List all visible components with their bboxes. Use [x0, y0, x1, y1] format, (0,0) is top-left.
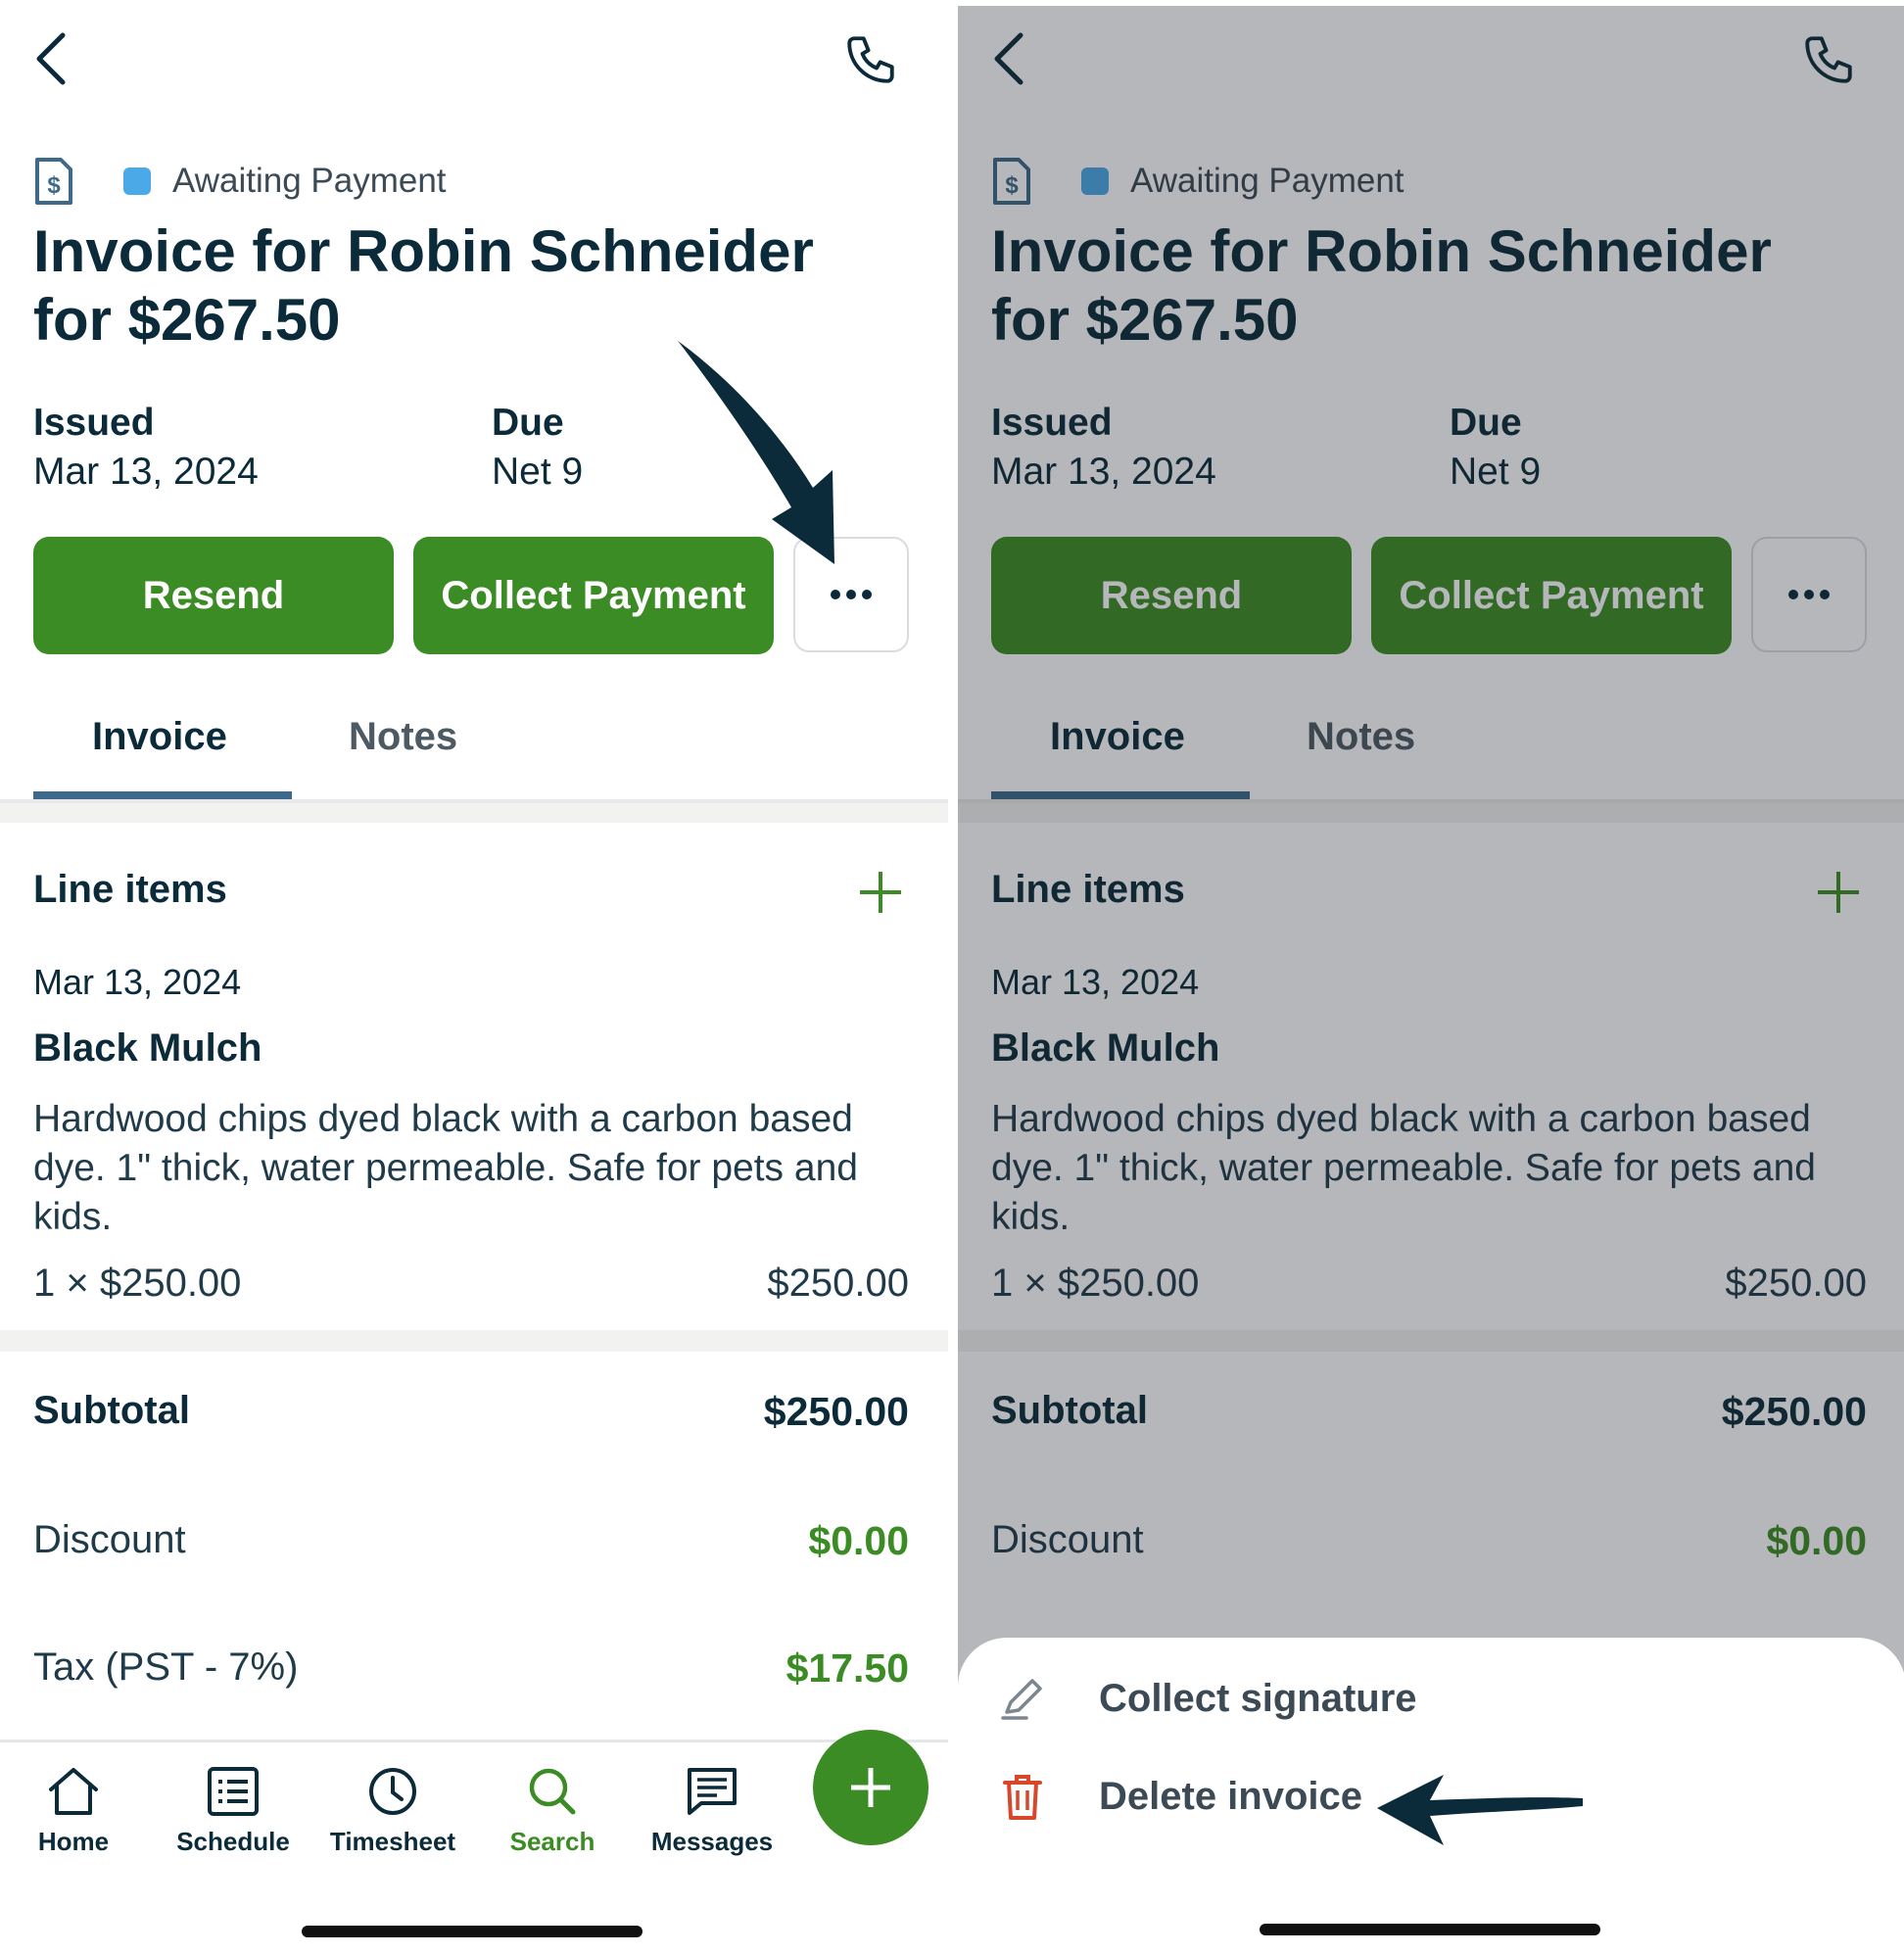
section-gap: [0, 803, 948, 823]
section-gap: [0, 1330, 948, 1352]
list-icon: [208, 1767, 259, 1816]
clock-icon: [369, 1768, 416, 1815]
svg-text:$: $: [47, 172, 61, 199]
due-value: Net 9: [492, 451, 584, 493]
nav-schedule-label: Schedule: [176, 1827, 290, 1856]
line-item-date: Mar 13, 2024: [33, 962, 242, 1002]
add-line-item-icon[interactable]: [856, 868, 905, 917]
line-item-description: Hardwood chips dyed black with a carbon …: [33, 1098, 858, 1238]
home-indicator: [1260, 1924, 1600, 1935]
tax-value[interactable]: $17.50: [786, 1645, 909, 1692]
delete-invoice-label: Delete invoice: [1099, 1774, 1363, 1818]
tab-notes[interactable]: Notes: [349, 715, 457, 759]
panel-divider: [948, 0, 958, 1955]
bottom-navigation: Home Schedule Timesheet Search Messages: [0, 1740, 948, 1955]
home-indicator: [302, 1926, 643, 1937]
invoice-screen: $ Awaiting Payment Invoice for Robin Sch…: [0, 0, 948, 1955]
line-item-name[interactable]: Black Mulch: [33, 1026, 262, 1071]
nav-search[interactable]: Search: [484, 1766, 621, 1857]
nav-home-label: Home: [37, 1827, 110, 1856]
search-icon: [529, 1768, 576, 1815]
discount-label: Discount: [33, 1518, 186, 1561]
house-icon: [49, 1768, 98, 1815]
delete-invoice-option[interactable]: Delete invoice: [997, 1771, 1362, 1822]
issued-value: Mar 13, 2024: [33, 451, 259, 493]
resend-button[interactable]: Resend: [33, 537, 394, 654]
nav-search-label: Search: [509, 1827, 595, 1856]
line-item-total: $250.00: [767, 1262, 909, 1305]
annotation-arrow-icon: [678, 341, 834, 564]
invoice-screen-with-menu: $ Awaiting Payment Invoice for Robin Sch…: [958, 6, 1904, 1955]
tax-label: Tax (PST - 7%): [33, 1645, 299, 1689]
collect-signature-option[interactable]: Collect signature: [997, 1673, 1417, 1724]
more-dots-icon: [831, 590, 872, 599]
tab-underline: [33, 791, 292, 799]
pen-icon: [1001, 1679, 1042, 1720]
plus-icon: [851, 1768, 890, 1807]
issued-label: Issued: [33, 402, 155, 444]
tab-invoice[interactable]: Invoice: [92, 715, 227, 759]
action-sheet: Collect signature Delete invoice: [958, 1638, 1904, 1955]
back-chevron-icon[interactable]: [31, 29, 71, 88]
message-icon: [688, 1768, 737, 1815]
status-row: $ Awaiting Payment: [33, 157, 447, 206]
nav-timesheet-label: Timesheet: [329, 1827, 456, 1856]
status-dot: [123, 167, 151, 195]
status-text: Awaiting Payment: [172, 162, 447, 200]
nav-messages-label: Messages: [650, 1827, 774, 1856]
collect-signature-label: Collect signature: [1099, 1676, 1417, 1720]
phone-icon[interactable]: [840, 31, 901, 88]
nav-schedule[interactable]: Schedule: [165, 1766, 302, 1857]
trash-icon: [1003, 1775, 1042, 1820]
discount-value[interactable]: $0.00: [808, 1518, 909, 1564]
line-item-quantity-price: 1 × $250.00: [33, 1262, 242, 1305]
due-label: Due: [492, 402, 564, 444]
invoice-document-icon: $: [35, 158, 72, 205]
subtotal-value: $250.00: [763, 1389, 909, 1434]
create-button[interactable]: [813, 1730, 928, 1845]
nav-messages[interactable]: Messages: [643, 1766, 781, 1857]
annotation-arrow-icon: [1377, 1775, 1583, 1845]
line-items-title: Line items: [33, 868, 227, 911]
nav-timesheet[interactable]: Timesheet: [324, 1766, 461, 1857]
title-line-1: Invoice for Robin Schneider: [33, 218, 814, 284]
subtotal-label: Subtotal: [33, 1389, 190, 1432]
nav-home[interactable]: Home: [5, 1766, 142, 1857]
